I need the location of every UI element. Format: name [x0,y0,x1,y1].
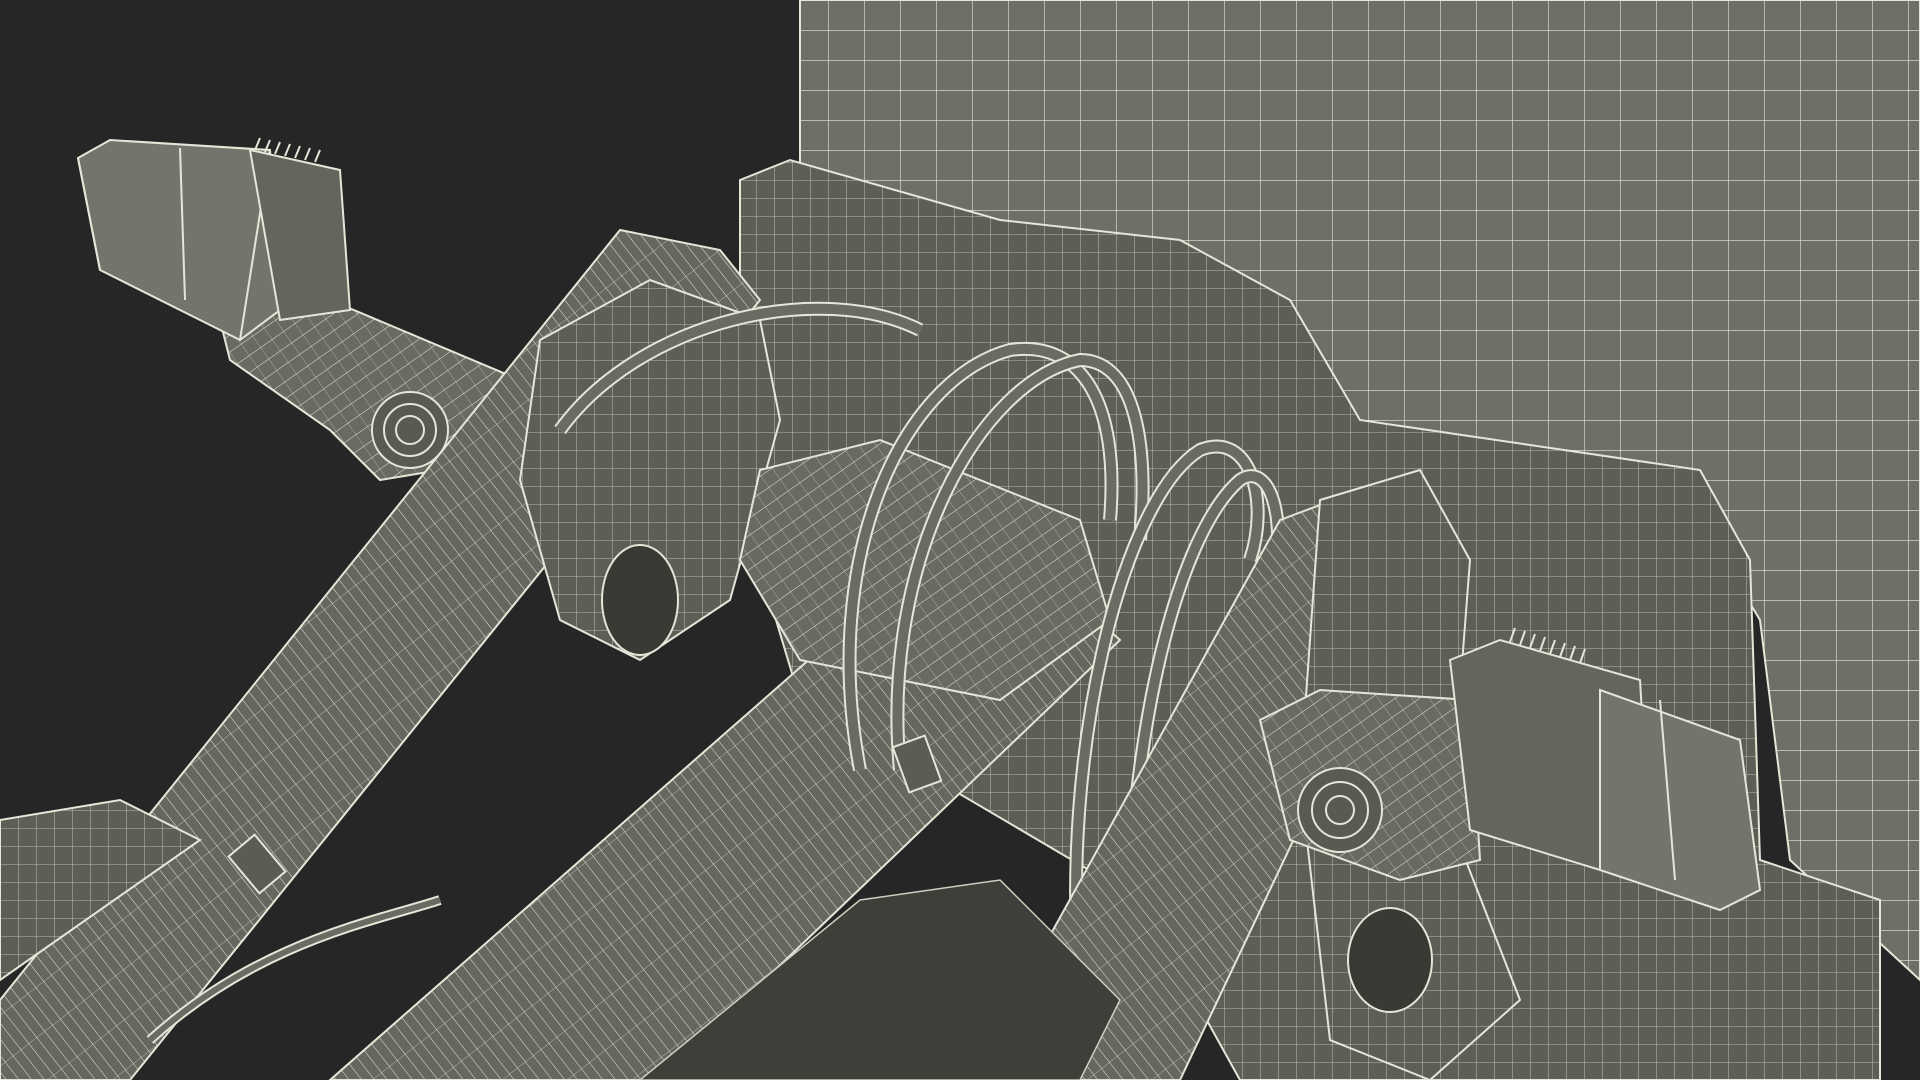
render-viewport [0,0,1920,1080]
left-plate-hole [601,544,679,656]
wireframe-render [0,0,1920,1080]
right-bracket-pivot [1297,767,1383,853]
right-plate-hole [1347,907,1433,1013]
